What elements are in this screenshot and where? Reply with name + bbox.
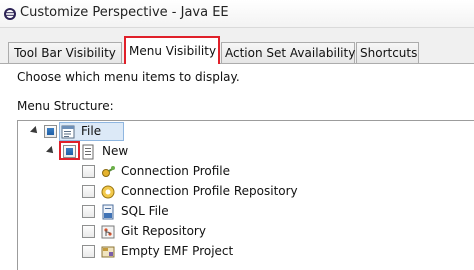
tree-item-label: New: [102, 144, 129, 158]
file-checkbox[interactable]: [44, 125, 57, 138]
eclipse-icon: [4, 8, 16, 20]
connection-profile-repository-icon: [101, 185, 115, 199]
customize-perspective-dialog: Customize Perspective - Java EE Tool Bar…: [0, 0, 474, 270]
tab-tool-bar-visibility[interactable]: Tool Bar Visibility: [8, 42, 122, 63]
tree-item-label: Connection Profile Repository: [121, 184, 298, 198]
tree-item-label: SQL File: [121, 204, 169, 218]
expand-arrow-icon[interactable]: [30, 126, 40, 136]
connection-profile-repository-checkbox[interactable]: [82, 185, 95, 198]
instruction-text: Choose which menu items to display.: [17, 70, 240, 84]
tree-item-file[interactable]: File: [18, 122, 458, 142]
submenu-icon: [82, 144, 94, 160]
expand-arrow-icon[interactable]: [46, 146, 56, 156]
tree-item-new[interactable]: New: [18, 141, 458, 162]
sql-file-checkbox[interactable]: [82, 205, 95, 218]
tree-item-label: Git Repository: [121, 224, 206, 238]
new-checkbox[interactable]: [63, 145, 76, 158]
sql-file-icon: [102, 204, 114, 220]
tree-item-connection-profile[interactable]: Connection Profile: [18, 162, 458, 182]
empty-emf-project-checkbox[interactable]: [82, 245, 95, 258]
tree-item-label: Empty EMF Project: [121, 244, 234, 258]
tree-item-label: File: [81, 124, 102, 138]
git-repository-checkbox[interactable]: [82, 225, 95, 238]
tree-item-empty-emf-project[interactable]: Empty EMF Project: [18, 242, 458, 262]
connection-profile-checkbox[interactable]: [82, 165, 95, 178]
tree-item-label: Connection Profile: [121, 164, 231, 178]
menu-structure-label: Menu Structure:: [17, 99, 114, 113]
connection-profile-icon: [102, 166, 115, 177]
tree-item-git-repository[interactable]: Git Repository: [18, 222, 458, 242]
title-bar: Customize Perspective - Java EE: [0, 0, 474, 28]
emf-project-icon: [101, 246, 115, 258]
window-title: Customize Perspective - Java EE: [20, 5, 229, 20]
menu-structure-tree[interactable]: File New Connection Profile Connection P…: [17, 120, 474, 270]
tree-item-connection-profile-repository[interactable]: Connection Profile Repository: [18, 182, 458, 202]
git-repository-icon: [101, 225, 115, 239]
tab-shortcuts[interactable]: Shortcuts: [356, 42, 419, 63]
menu-visibility-pane: Choose which menu items to display. Menu…: [0, 64, 474, 270]
menu-icon: [61, 125, 75, 139]
tab-strip: Tool Bar Visibility Menu Visibility Acti…: [0, 28, 474, 64]
tab-menu-visibility[interactable]: Menu Visibility: [124, 36, 220, 64]
tree-item-sql-file[interactable]: SQL File: [18, 202, 458, 222]
tab-action-set-availability[interactable]: Action Set Availability: [221, 42, 355, 63]
